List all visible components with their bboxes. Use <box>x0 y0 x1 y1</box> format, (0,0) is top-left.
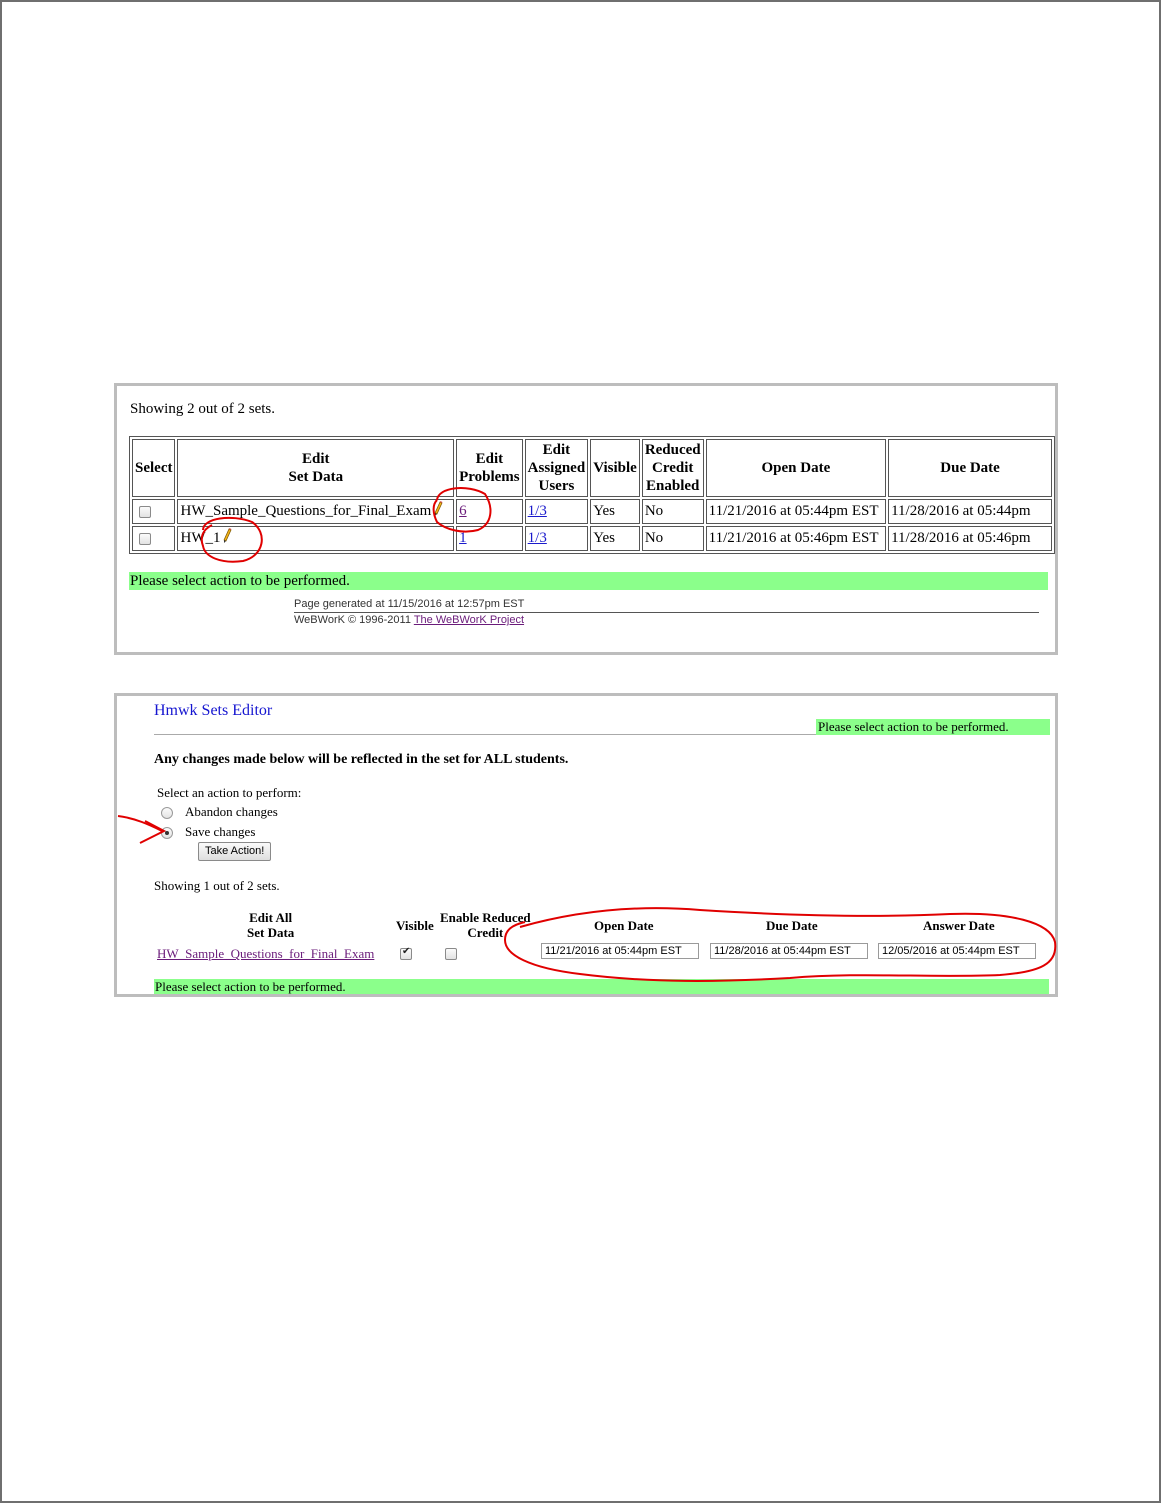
col-select: Select <box>132 439 176 497</box>
due-date-cell: 11/28/2016 at 05:44pm <box>888 499 1052 524</box>
set-name-link[interactable]: HW_Sample_Questions_for_Final_Exam <box>157 946 374 962</box>
status-message-bottom: Please select action to be performed. <box>154 979 1049 994</box>
visible-cell: Yes <box>590 499 640 524</box>
status-message: Please select action to be performed. <box>129 572 1048 590</box>
page-footer: Page generated at 11/15/2016 at 12:57pm … <box>294 598 1039 626</box>
sets-editor-screenshot: Hmwk Sets Editor Please select action to… <box>114 693 1058 997</box>
table-header-row: Select Edit Set Data Edit Problems Edit Ass… <box>132 439 1052 497</box>
users-cell: 1/3 <box>524 526 589 551</box>
assigned-users-link[interactable]: 1/3 <box>528 530 547 546</box>
edit-problems-link[interactable]: 1 <box>459 530 467 546</box>
col-due-date: Due Date <box>766 918 818 933</box>
showing-count: Showing 1 out of 2 sets. <box>154 878 280 893</box>
open-date-cell: 11/21/2016 at 05:44pm EST <box>705 499 887 524</box>
sets-list-screenshot: Showing 2 out of 2 sets. Select Edit Set … <box>114 383 1058 655</box>
row-select-checkbox[interactable] <box>139 532 151 545</box>
select-cell <box>132 499 176 524</box>
col-edit-all-set-data: Edit All Set Data <box>247 910 295 940</box>
col-edit-set-data: Edit Set Data <box>177 439 455 497</box>
take-action-button[interactable]: Take Action! <box>198 842 272 861</box>
col-visible: Visible <box>590 439 640 497</box>
col-edit-assigned-users: Edit Assigned Users <box>524 439 589 497</box>
col-reduced-credit: Reduced Credit Enabled <box>641 439 704 497</box>
set-name-cell: HW_1 <box>177 526 455 551</box>
row-select-checkbox[interactable] <box>139 505 151 518</box>
select-cell <box>132 526 176 551</box>
radio-save-changes[interactable]: Save changes <box>161 824 255 840</box>
col-enable-reduced-credit: Enable Reduced Credit <box>440 910 531 940</box>
users-cell: 1/3 <box>524 499 589 524</box>
due-date-input[interactable] <box>710 943 868 959</box>
radio-abandon-changes[interactable]: Abandon changes <box>161 804 278 820</box>
col-due-date: Due Date <box>888 439 1052 497</box>
action-label: Select an action to perform: <box>157 785 302 800</box>
problems-cell: 6 <box>456 499 523 524</box>
col-edit-problems: Edit Problems <box>456 439 523 497</box>
webwork-project-link[interactable]: The WeBWorK Project <box>414 614 524 626</box>
set-name-cell: HW_Sample_Questions_for_Final_Exam <box>177 499 455 524</box>
problems-cell: 1 <box>456 526 523 551</box>
visible-checkbox[interactable] <box>400 946 412 960</box>
sets-table: Select Edit Set Data Edit Problems Edit Ass… <box>129 436 1055 554</box>
answer-date-input[interactable] <box>878 943 1036 959</box>
radio-button-selected[interactable] <box>161 827 173 840</box>
page-title: Hmwk Sets Editor <box>154 702 273 719</box>
edit-problems-link[interactable]: 6 <box>459 503 467 519</box>
reduced-credit-checkbox[interactable] <box>445 948 457 960</box>
open-date-input[interactable] <box>541 943 699 959</box>
reduced-cell: No <box>641 526 704 551</box>
status-message-top: Please select action to be performed. <box>816 719 1050 735</box>
assigned-users-link[interactable]: 1/3 <box>528 503 547 519</box>
footer-copyright: WeBWorK © 1996-2011 The WeBWorK Project <box>294 614 525 626</box>
col-visible: Visible <box>396 918 434 933</box>
due-date-cell: 11/28/2016 at 05:46pm <box>888 526 1052 551</box>
table-row: HW_Sample_Questions_for_Final_Exam 6 1/3… <box>132 499 1052 524</box>
col-open-date: Open Date <box>594 918 654 933</box>
showing-count: Showing 2 out of 2 sets. <box>130 401 276 417</box>
open-date-cell: 11/21/2016 at 05:46pm EST <box>705 526 887 551</box>
radio-button[interactable] <box>161 807 173 820</box>
col-answer-date: Answer Date <box>923 918 995 933</box>
reduced-cell: No <box>641 499 704 524</box>
footer-generated: Page generated at 11/15/2016 at 12:57pm … <box>294 598 1039 613</box>
col-open-date: Open Date <box>705 439 887 497</box>
visible-cell: Yes <box>590 526 640 551</box>
pencil-edit-icon[interactable] <box>433 501 443 522</box>
pencil-edit-icon[interactable] <box>222 528 232 549</box>
table-row: HW_1 1 1/3 Yes No 11/21/2016 at 05:46pm … <box>132 526 1052 551</box>
warning-text: Any changes made below will be reflected… <box>154 752 569 767</box>
